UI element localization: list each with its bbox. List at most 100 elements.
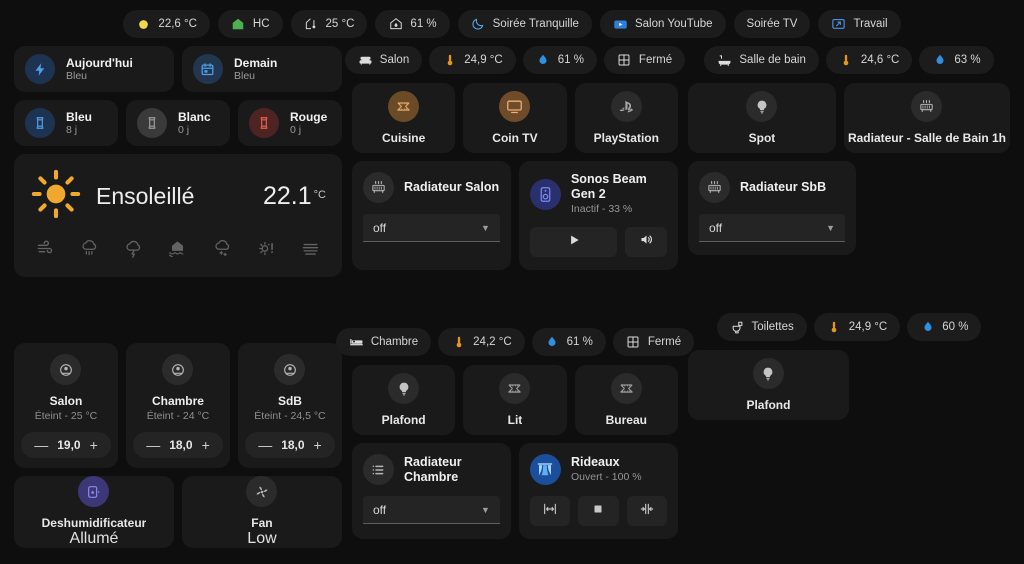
play-icon: [567, 233, 581, 252]
thermostat-sdb[interactable]: SdB Éteint - 24,5 °C — 18,0 +: [237, 343, 342, 468]
thermostat-stepper[interactable]: — 19,0 +: [21, 432, 111, 458]
thunderstorm-alert-icon[interactable]: [124, 239, 143, 263]
select-value: off: [708, 220, 723, 235]
play-button[interactable]: [529, 227, 618, 257]
light-lit[interactable]: Lit: [463, 365, 567, 435]
chip-label: 24,9 °C: [464, 54, 503, 66]
thermometer-icon: [839, 53, 854, 68]
bulb-icon: [752, 358, 784, 389]
tempo-today-title: Aujourd'hui: [66, 55, 133, 70]
led-strip-icon: [388, 91, 420, 122]
heatwave-alert-icon[interactable]: [257, 239, 276, 263]
chip-area-chambre[interactable]: Chambre: [335, 328, 432, 356]
tempo-counter-blanc[interactable]: Blanc 0 j: [125, 100, 230, 146]
card-radiateur-salon[interactable]: Radiateur Salon off ▼: [351, 161, 511, 270]
open-cover-button[interactable]: [529, 496, 571, 526]
light-spot-salle-de-bain[interactable]: Spot: [687, 83, 836, 153]
card-rideaux[interactable]: Rideaux Ouvert - 100 %: [518, 443, 678, 539]
chip-label: 24,9 °C: [848, 321, 888, 333]
thermostat-chambre[interactable]: Chambre Éteint - 24 °C — 18,0 +: [125, 343, 230, 468]
chip-label: Salon: [379, 54, 410, 66]
increase-button[interactable]: +: [314, 437, 322, 453]
tempo-tomorrow-tile[interactable]: Demain Bleu: [181, 46, 342, 92]
moon-icon: [471, 17, 486, 32]
bathroom-control-row: Radiateur SbB off ▼: [687, 161, 1010, 255]
chip-label: Fermé: [638, 54, 673, 66]
thermostat-target: 18,0: [281, 438, 305, 452]
home-humidity-icon: [388, 17, 403, 32]
thermostat-stepper[interactable]: — 18,0 +: [132, 432, 223, 458]
thermostat-stepper[interactable]: — 18,0 +: [244, 432, 335, 458]
chip-chambre-humidity[interactable]: 61 %: [531, 328, 606, 356]
decrease-button[interactable]: —: [146, 437, 160, 453]
volume-button[interactable]: [625, 227, 667, 257]
chip-area-salle-de-bain[interactable]: Salle de bain: [704, 46, 819, 74]
appliance-dehumidifier[interactable]: Deshumidificateur Allumé: [14, 476, 174, 548]
light-coin-tv[interactable]: Coin TV: [463, 83, 567, 153]
appliance-state: Allumé: [69, 530, 119, 547]
radiator-mode-select[interactable]: off ▼: [698, 214, 845, 242]
device-playstation[interactable]: PlayStation: [574, 83, 678, 153]
radiator-mode-select[interactable]: off ▼: [362, 214, 500, 242]
close-cover-icon: [639, 501, 655, 522]
card-radiateur-chambre[interactable]: Radiateur Chambre off ▼: [351, 443, 511, 539]
card-radiateur-sbb[interactable]: Radiateur SbB off ▼: [687, 161, 856, 255]
chip-tariff[interactable]: HC: [217, 10, 283, 38]
tempo-today-tile[interactable]: Aujourd'hui Bleu: [14, 46, 174, 92]
flood-alert-icon[interactable]: [168, 239, 187, 263]
light-bureau[interactable]: Bureau: [574, 365, 678, 435]
light-cuisine[interactable]: Cuisine: [351, 83, 456, 153]
chip-label: Soirée TV: [746, 18, 798, 30]
fog-alert-icon[interactable]: [301, 239, 320, 263]
decrease-button[interactable]: —: [34, 437, 48, 453]
increase-button[interactable]: +: [202, 437, 210, 453]
decrease-button[interactable]: —: [258, 437, 272, 453]
sunny-icon: [30, 168, 82, 225]
thermostat-row: Salon Éteint - 25 °C — 19,0 + Chambre Ét…: [14, 343, 342, 468]
chip-scene-travail[interactable]: Travail: [818, 10, 901, 38]
chip-label: Toilettes: [751, 321, 794, 333]
card-subtitle: Inactif - 33 %: [570, 203, 633, 215]
rain-alert-icon[interactable]: [80, 239, 99, 263]
chip-chambre-window[interactable]: Fermé: [612, 328, 695, 356]
script-radiateur-salle-de-bain-1h[interactable]: Radiateur - Salle de Bain 1h: [843, 83, 1010, 153]
appliance-name: Fan: [251, 516, 273, 530]
chip-toilettes-humidity[interactable]: 60 %: [907, 313, 982, 341]
chip-area-salon[interactable]: Salon: [344, 46, 423, 74]
chip-outdoor-temperature[interactable]: 22,6 °C: [123, 10, 210, 38]
chip-toilettes-temperature[interactable]: 24,9 °C: [813, 313, 901, 341]
light-plafond-chambre[interactable]: Plafond: [351, 365, 456, 435]
chip-script-salon-youtube[interactable]: Salon YouTube: [599, 10, 726, 38]
stop-cover-button[interactable]: [578, 496, 619, 526]
light-plafond-toilettes[interactable]: Plafond: [687, 350, 849, 420]
tempo-counter-row: Bleu 8 j Blanc 0 j Rouge 0 j: [14, 100, 342, 146]
tempo-counter-bleu[interactable]: Bleu 8 j: [14, 100, 118, 146]
chip-indoor-temperature[interactable]: 25 °C: [290, 10, 368, 38]
weather-condition: Ensoleillé: [96, 183, 195, 209]
television-icon: [499, 91, 531, 122]
led-strip-icon: [499, 373, 531, 404]
card-sonos-beam[interactable]: Sonos Beam Gen 2 Inactif - 33 %: [518, 161, 678, 270]
chip-indoor-humidity[interactable]: 61 %: [375, 10, 450, 38]
thermostat-salon[interactable]: Salon Éteint - 25 °C — 19,0 +: [14, 343, 118, 468]
increase-button[interactable]: +: [90, 437, 98, 453]
radiator-mode-select[interactable]: off ▼: [362, 496, 500, 524]
dashboard-root: 22,6 °C HC 25 °C 61 % Soirée Tranquille …: [0, 0, 1024, 564]
appliance-fan[interactable]: Fan Low: [181, 476, 342, 548]
radiator-icon: [698, 172, 730, 203]
chip-scene-soiree-tranquille[interactable]: Soirée Tranquille: [457, 10, 592, 38]
snow-alert-icon[interactable]: [213, 239, 232, 263]
bulb-icon: [746, 91, 778, 122]
wind-alert-icon[interactable]: [36, 239, 55, 263]
tempo-counter-rouge[interactable]: Rouge 0 j: [237, 100, 342, 146]
chip-area-toilettes[interactable]: Toilettes: [716, 313, 807, 341]
chip-bathroom-temperature[interactable]: 24,6 °C: [825, 46, 913, 74]
close-cover-button[interactable]: [626, 496, 667, 526]
chip-chambre-temperature[interactable]: 24,2 °C: [438, 328, 525, 356]
chip-salon-temperature[interactable]: 24,9 °C: [429, 46, 516, 74]
chip-bathroom-humidity[interactable]: 63 %: [919, 46, 994, 74]
chip-salon-window[interactable]: Fermé: [603, 46, 686, 74]
weather-card[interactable]: Ensoleillé 22.1 °C: [14, 154, 342, 277]
chip-scene-soiree-tv[interactable]: Soirée TV: [733, 10, 811, 38]
chip-salon-humidity[interactable]: 61 %: [522, 46, 597, 74]
